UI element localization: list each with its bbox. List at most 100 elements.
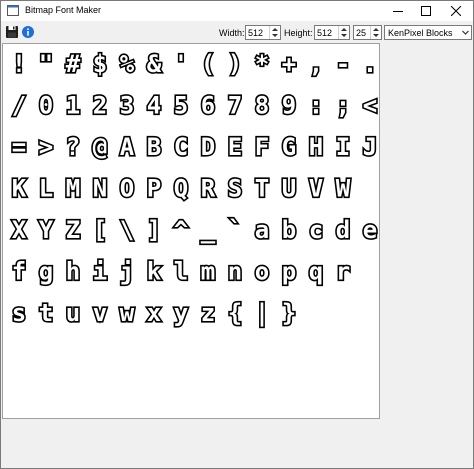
glyph-cell: U — [282, 175, 296, 203]
app-window: Bitmap Font Maker Width: 512 Height: 512… — [0, 0, 474, 469]
glyph-cell: * — [255, 50, 269, 78]
glyph-cell: h — [66, 258, 80, 286]
glyph-cell: = — [12, 133, 26, 161]
width-spin-arrows[interactable] — [269, 26, 280, 39]
glyph-cell: 6 — [201, 92, 215, 120]
glyph-cell: ) — [228, 50, 242, 78]
spin-down-icon[interactable] — [272, 34, 278, 37]
glyph-cell: e — [363, 216, 377, 244]
glyph-cell: M — [66, 175, 80, 203]
glyph-cell: w — [120, 299, 135, 327]
glyph-cell: n — [228, 258, 242, 286]
spin-up-icon[interactable] — [373, 28, 379, 31]
glyph-cell: y — [174, 299, 188, 327]
chevron-down-icon[interactable] — [460, 26, 471, 39]
glyph-cell: D — [201, 133, 215, 161]
glyph-cell: ^ — [174, 216, 188, 244]
glyph-cell: S — [228, 175, 242, 203]
font-select[interactable]: KenPixel Blocks — [384, 25, 472, 40]
glyph-cell: P — [147, 175, 161, 203]
glyph-cell: { — [228, 299, 242, 327]
glyph-cell: " — [39, 50, 53, 78]
glyph-cell: 3 — [120, 92, 134, 120]
glyph-cell: C — [174, 133, 188, 161]
info-icon[interactable] — [21, 25, 35, 39]
glyph-cell: t — [39, 299, 53, 327]
glyph-cell: j — [120, 258, 134, 286]
glyph-cell: a — [255, 216, 269, 244]
glyph-cell: o — [255, 258, 269, 286]
glyph-cell: 4 — [147, 92, 161, 120]
glyph-cell: T — [255, 175, 269, 203]
size-spin-arrows[interactable] — [370, 26, 381, 39]
glyph-cell: ] — [147, 216, 161, 244]
glyph-cell: . — [363, 50, 377, 78]
glyph-cell: H — [309, 133, 323, 161]
glyph-cell: u — [66, 299, 80, 327]
glyph-cell: N — [93, 175, 107, 203]
glyph-cell: > — [39, 133, 53, 161]
glyph-cell: A — [120, 133, 135, 161]
glyph-cell: r — [336, 258, 350, 286]
height-spin-arrows[interactable] — [338, 26, 349, 39]
glyph-cell: R — [201, 175, 216, 203]
spin-down-icon[interactable] — [373, 34, 379, 37]
height-spinner[interactable] — [314, 25, 350, 40]
glyph-cell: } — [282, 299, 296, 327]
glyph-cell: c — [309, 216, 323, 244]
glyph-cell: g — [39, 258, 53, 286]
close-icon — [451, 6, 461, 16]
glyph-cell: m — [201, 258, 215, 286]
glyph-cell: x — [147, 299, 161, 327]
glyph-cell: / — [12, 92, 26, 120]
spin-down-icon[interactable] — [341, 34, 347, 37]
maximize-button[interactable] — [411, 1, 441, 21]
app-icon — [7, 5, 19, 16]
glyph-cell: G — [282, 133, 296, 161]
minimize-button[interactable] — [383, 1, 413, 21]
font-select-value: KenPixel Blocks — [388, 28, 453, 38]
glyph-cell: : — [309, 92, 323, 120]
glyph-cell: f — [12, 258, 26, 286]
glyph-cell: ` — [228, 216, 242, 244]
glyph-cell: z — [201, 299, 215, 327]
glyph-cell: + — [282, 50, 296, 78]
spin-up-icon[interactable] — [272, 28, 278, 31]
glyph-cell: 9 — [282, 92, 296, 120]
glyph-cell: ; — [336, 92, 350, 120]
glyph-cell: B — [147, 133, 161, 161]
glyph-cell: p — [282, 258, 296, 286]
spin-up-icon[interactable] — [341, 28, 347, 31]
height-label: Height: — [284, 28, 313, 38]
glyph-cell: \ — [120, 216, 134, 244]
glyph-cell: < — [363, 92, 377, 120]
glyph-cell: [ — [93, 216, 107, 244]
glyph-cell: % — [120, 50, 135, 78]
glyph-cell: & — [147, 50, 162, 78]
glyph-cell: q — [309, 258, 323, 286]
toolbar: Width: Height: KenPixel Blocks — [1, 22, 473, 43]
width-spinner[interactable] — [245, 25, 281, 40]
glyph-cell: $ — [93, 50, 107, 78]
glyph-cell: k — [147, 258, 162, 286]
glyph-cell: L — [39, 175, 53, 203]
glyph-cell: | — [255, 299, 269, 327]
glyph-cell: _ — [201, 216, 216, 244]
font-preview-canvas[interactable]: ! " # $% & ' () * +, -. / 0 1 2 3 4 5 6 7 8 9:; < = >? @ A B C D E F G H… — [2, 43, 380, 419]
glyph-cell: 0 — [39, 92, 53, 120]
glyph-cell: l — [174, 258, 188, 286]
glyph-cell: b — [282, 216, 296, 244]
glyph-cell: Q — [174, 175, 188, 203]
glyph-cell: ( — [201, 50, 215, 78]
font-size-spinner[interactable] — [353, 25, 382, 40]
glyph-cell: 5 — [174, 92, 188, 120]
glyph-cell: O — [120, 175, 134, 203]
title-bar[interactable]: Bitmap Font Maker — [1, 1, 473, 21]
glyph-cell: 1 — [66, 92, 80, 120]
glyph-cell: s — [12, 299, 26, 327]
glyph-cell: , — [309, 50, 323, 78]
glyph-cell: E — [228, 133, 242, 161]
close-button[interactable] — [441, 1, 471, 21]
glyph-cell: Y — [39, 216, 54, 244]
save-icon[interactable] — [5, 25, 19, 39]
